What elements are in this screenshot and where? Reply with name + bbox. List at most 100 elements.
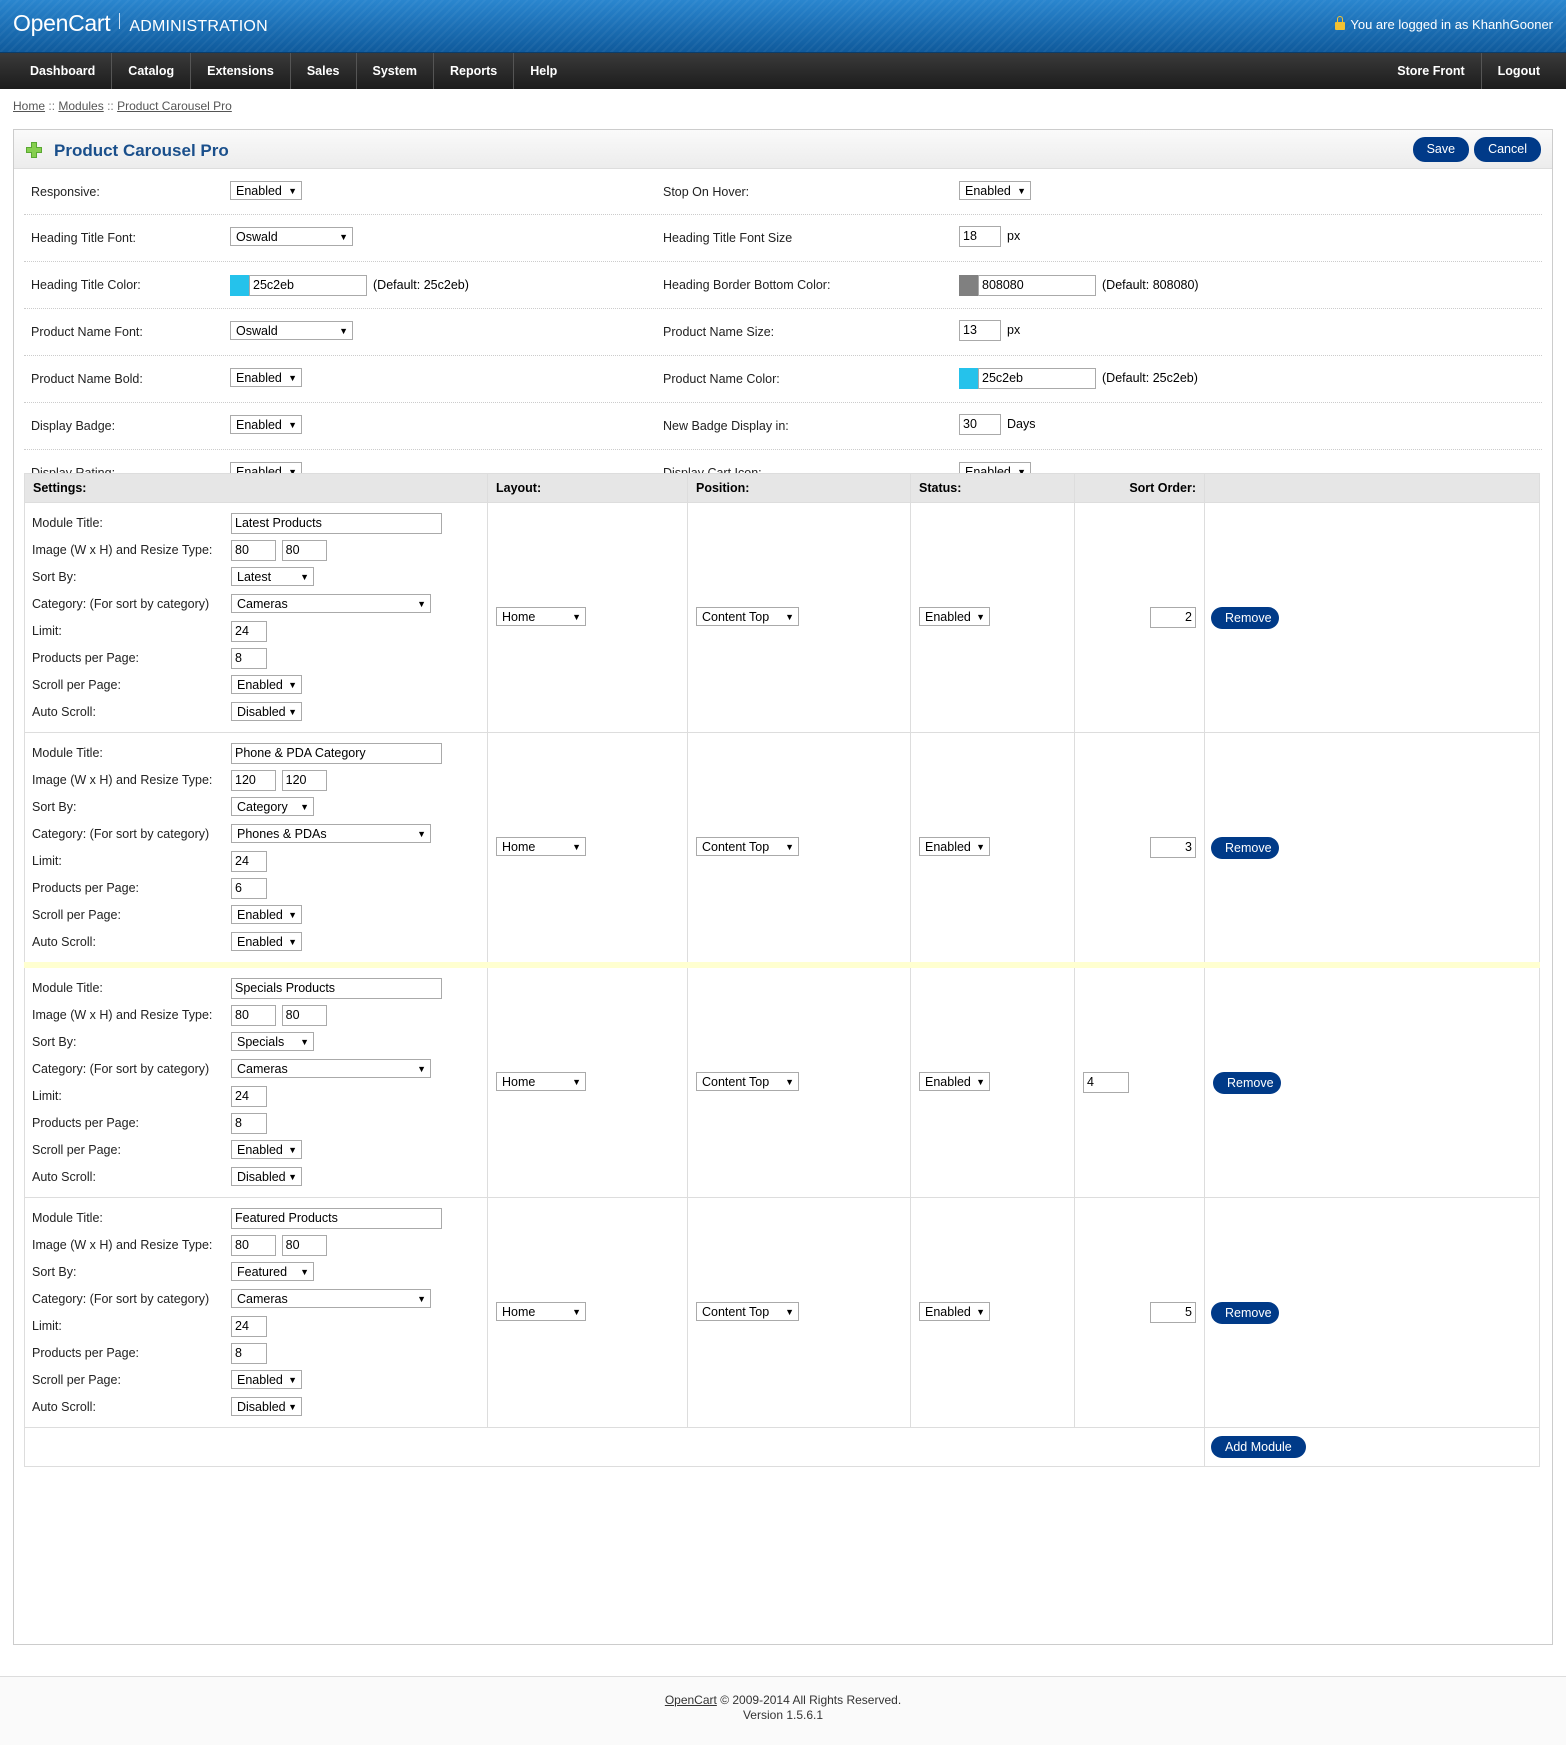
scroll-per-page-select[interactable]: Enabled ▼	[231, 1370, 302, 1389]
image-width-input[interactable]: 120	[231, 770, 276, 791]
category-select[interactable]: Cameras ▼	[231, 1289, 431, 1308]
module-title-input[interactable]: Featured Products	[231, 1208, 442, 1229]
heading-color-swatch[interactable]	[230, 275, 249, 296]
menu-dashboard[interactable]: Dashboard	[14, 53, 113, 89]
layout-select[interactable]: Home ▼	[496, 836, 586, 856]
product-name-color-input[interactable]: 25c2eb	[978, 368, 1096, 389]
logo[interactable]: OpenCart ADMINISTRATION	[13, 10, 268, 37]
save-button[interactable]: Save	[1412, 137, 1470, 162]
status-select[interactable]: Enabled ▼	[919, 606, 990, 626]
admin-label: ADMINISTRATION	[129, 18, 268, 35]
responsive-select[interactable]: Enabled ▼	[230, 181, 302, 200]
heading-font-size-label: Heading Title Font Size	[663, 231, 793, 245]
product-name-bold-select[interactable]: Enabled ▼	[230, 368, 302, 387]
position-select[interactable]: Content Top ▼	[696, 1071, 799, 1091]
scroll-per-page-select[interactable]: Enabled ▼	[231, 1140, 302, 1159]
layout-select[interactable]: Home ▼	[496, 606, 586, 626]
module-title-input[interactable]: Specials Products	[231, 978, 442, 999]
image-width-input[interactable]: 80	[231, 540, 276, 561]
image-height-input[interactable]: 80	[281, 540, 327, 561]
dropdown-arrow-icon: ▼	[976, 1076, 985, 1087]
remove-button[interactable]: Remove	[1213, 1071, 1281, 1094]
image-height-input[interactable]: 80	[281, 1235, 327, 1256]
layout-select[interactable]: Home ▼	[496, 1301, 586, 1321]
product-name-color-swatch[interactable]	[959, 368, 978, 389]
heading-font-size-input[interactable]: 18	[959, 226, 1001, 247]
sort-order-input[interactable]: 5	[1150, 1302, 1196, 1323]
per-page-input[interactable]: 8	[231, 1113, 267, 1134]
heading-border-color-swatch[interactable]	[959, 275, 978, 296]
module-setting-row: Category: (For sort by category) Cameras ▼	[25, 591, 487, 618]
sort-order-input[interactable]: 4	[1083, 1072, 1129, 1093]
module-title-input[interactable]: Phone & PDA Category	[231, 743, 442, 764]
image-height-input[interactable]: 120	[281, 770, 327, 791]
menu-extensions[interactable]: Extensions	[191, 53, 291, 89]
menu-system[interactable]: System	[357, 53, 434, 89]
status-cell: Enabled ▼	[910, 962, 1075, 1198]
position-select[interactable]: Content Top ▼	[696, 836, 799, 856]
image-height-input[interactable]: 80	[281, 1005, 327, 1026]
status-select[interactable]: Enabled ▼	[919, 836, 990, 856]
menu-store-front[interactable]: Store Front	[1381, 53, 1482, 89]
remove-button[interactable]: Remove	[1211, 1301, 1279, 1324]
per-page-input[interactable]: 8	[231, 1343, 267, 1364]
sort-by-select[interactable]: Specials ▼	[231, 1032, 314, 1051]
image-width-input[interactable]: 80	[231, 1235, 276, 1256]
per-page-input[interactable]: 6	[231, 878, 267, 899]
add-module-button[interactable]: Add Module	[1211, 1436, 1306, 1458]
sort-by-select[interactable]: Latest ▼	[231, 567, 314, 586]
display-badge-select[interactable]: Enabled ▼	[230, 415, 302, 434]
category-select[interactable]: Cameras ▼	[231, 1059, 431, 1078]
heading-font-select[interactable]: Oswald ▼	[230, 227, 353, 246]
image-width-input[interactable]: 80	[231, 1005, 276, 1026]
menu-sales[interactable]: Sales	[291, 53, 357, 89]
cancel-button[interactable]: Cancel	[1474, 137, 1541, 162]
menu-reports[interactable]: Reports	[434, 53, 515, 89]
auto-scroll-select[interactable]: Disabled ▼	[231, 1397, 302, 1416]
position-select[interactable]: Content Top ▼	[696, 1301, 799, 1321]
layout-select[interactable]: Home ▼	[496, 1071, 586, 1091]
scroll-per-page-label: Scroll per Page:	[32, 1373, 121, 1387]
menu-logout[interactable]: Logout	[1482, 53, 1556, 89]
heading-border-color-input[interactable]: 808080	[978, 275, 1096, 296]
breadcrumb-current[interactable]: Product Carousel Pro	[117, 99, 232, 113]
status-select[interactable]: Enabled ▼	[919, 1301, 990, 1321]
scroll-per-page-select[interactable]: Enabled ▼	[231, 675, 302, 694]
menu-help[interactable]: Help	[514, 53, 573, 89]
sort-by-select[interactable]: Category ▼	[231, 797, 314, 816]
breadcrumb-home[interactable]: Home	[13, 99, 45, 113]
remove-button[interactable]: Remove	[1211, 836, 1279, 859]
limit-input[interactable]: 24	[231, 1316, 267, 1337]
module-title-input[interactable]: Latest Products	[231, 513, 442, 534]
auto-scroll-select[interactable]: Disabled ▼	[231, 1167, 302, 1186]
heading-color-input[interactable]: 25c2eb	[249, 275, 367, 296]
stop-on-hover-label: Stop On Hover:	[663, 185, 750, 199]
product-name-font-select[interactable]: Oswald ▼	[230, 321, 353, 340]
remove-button[interactable]: Remove	[1211, 606, 1279, 629]
new-badge-input[interactable]: 30	[959, 414, 1001, 435]
limit-input[interactable]: 24	[231, 1086, 267, 1107]
default-note: (Default: 25c2eb)	[373, 278, 469, 292]
auto-scroll-select[interactable]: Enabled ▼	[231, 932, 302, 951]
category-select[interactable]: Cameras ▼	[231, 594, 431, 613]
sort-order-input[interactable]: 3	[1150, 837, 1196, 858]
breadcrumb-modules[interactable]: Modules	[58, 99, 103, 113]
sort-order-input[interactable]: 2	[1150, 607, 1196, 628]
auto-scroll-select[interactable]: Disabled ▼	[231, 702, 302, 721]
per-page-input[interactable]: 8	[231, 648, 267, 669]
footer-opencart-link[interactable]: OpenCart	[665, 1693, 717, 1707]
settings-row: Responsive: Enabled ▼ Stop On Hover: Enab…	[24, 169, 1542, 215]
limit-input[interactable]: 24	[231, 851, 267, 872]
dropdown-arrow-icon: ▼	[417, 599, 426, 609]
sort-by-select[interactable]: Featured ▼	[231, 1262, 314, 1281]
category-select[interactable]: Phones & PDAs ▼	[231, 824, 431, 843]
product-name-size-input[interactable]: 13	[959, 320, 1001, 341]
footer-copyright: © 2009-2014 All Rights Reserved.	[720, 1693, 902, 1707]
position-cell: Content Top ▼	[687, 962, 911, 1198]
stop-on-hover-select[interactable]: Enabled ▼	[959, 181, 1031, 200]
scroll-per-page-select[interactable]: Enabled ▼	[231, 905, 302, 924]
position-select[interactable]: Content Top ▼	[696, 606, 799, 626]
menu-catalog[interactable]: Catalog	[112, 53, 192, 89]
limit-input[interactable]: 24	[231, 621, 267, 642]
status-select[interactable]: Enabled ▼	[919, 1071, 990, 1091]
